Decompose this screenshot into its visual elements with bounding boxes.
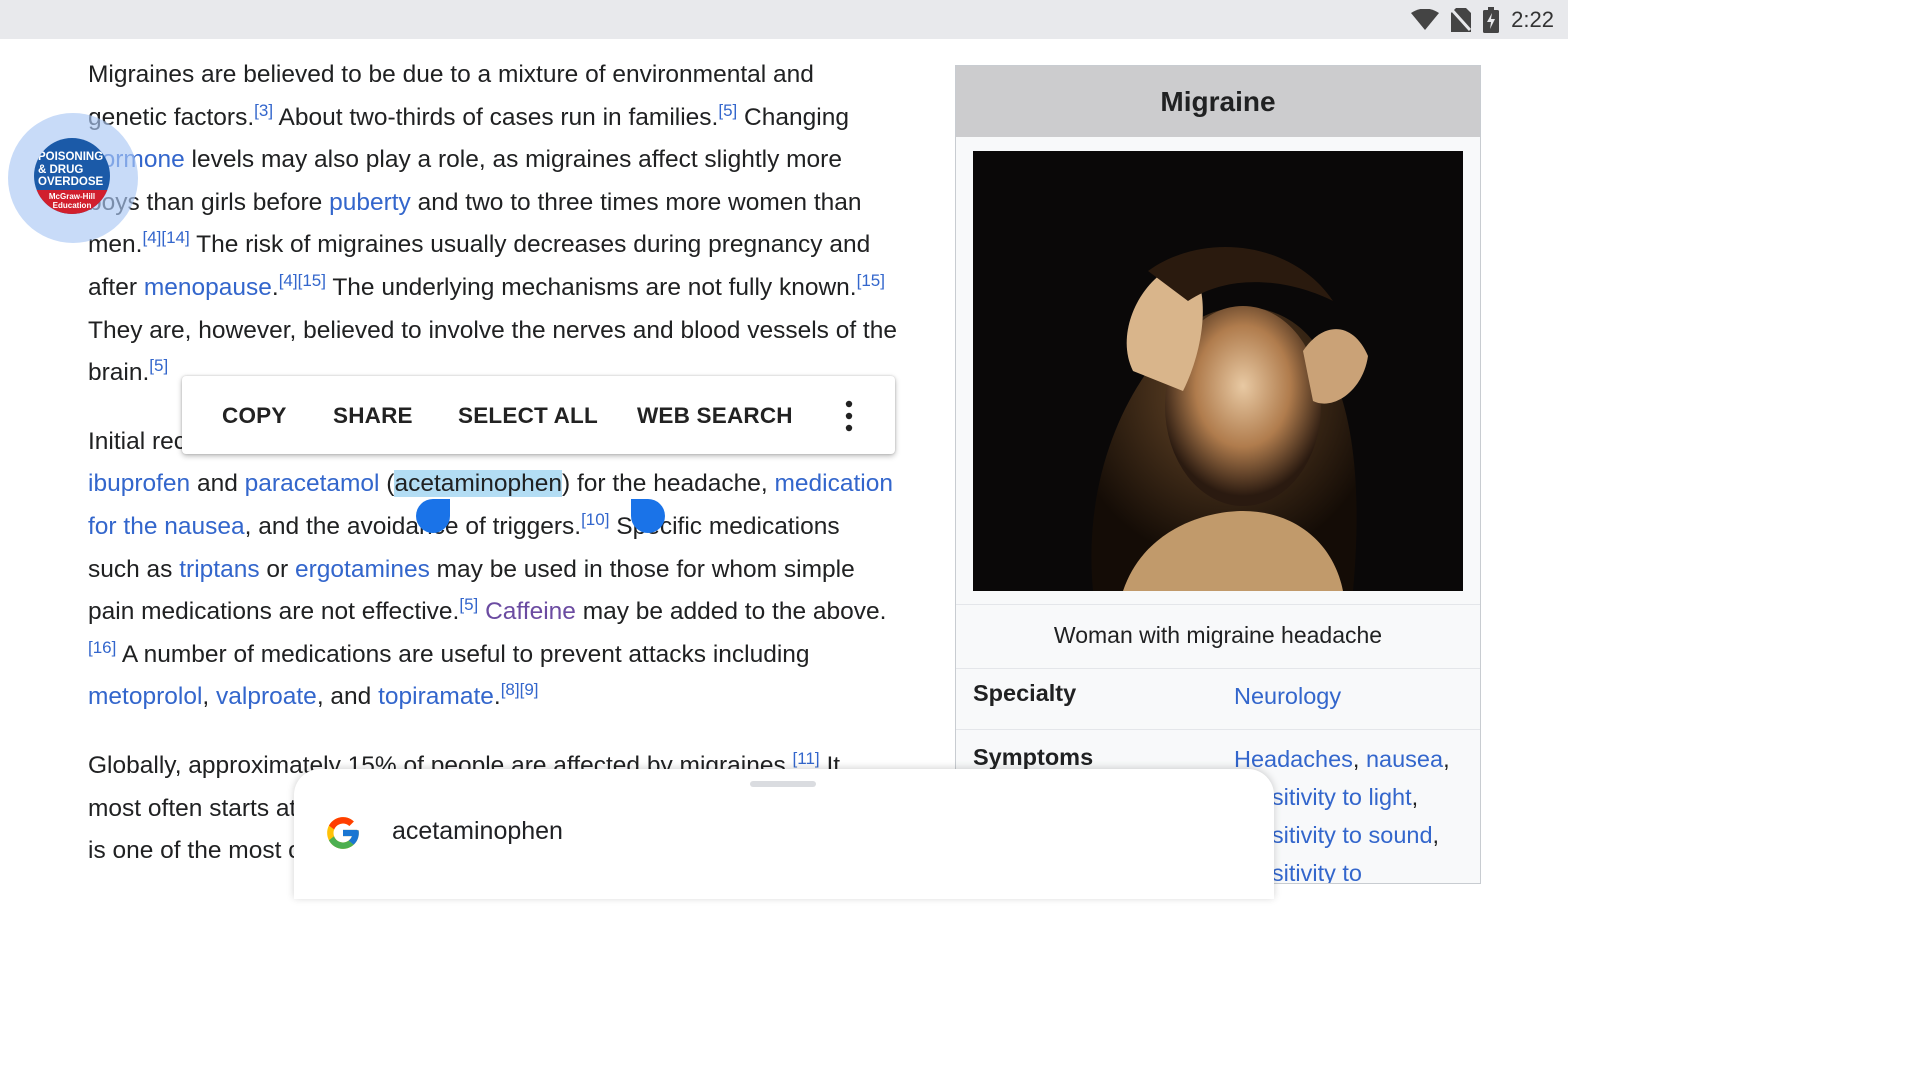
search-query-text[interactable]: acetaminophen — [392, 817, 563, 846]
article-paragraph: Migraines are believed to be due to a mi… — [88, 54, 898, 395]
article-link[interactable]: ibuprofen — [88, 470, 190, 497]
text-run: . — [493, 683, 501, 711]
text-run: , and — [316, 683, 379, 711]
more-options-icon[interactable] — [837, 399, 861, 433]
citation-ref[interactable]: [10] — [581, 510, 609, 529]
article-link[interactable]: Caffeine — [485, 598, 576, 625]
copy-button[interactable]: COPY — [222, 376, 287, 454]
bubble-logo-text: POISONING & DRUG OVERDOSE — [38, 151, 104, 188]
battery-charging-icon — [1483, 7, 1500, 33]
article-link[interactable]: metoprolol — [88, 683, 202, 710]
citation-ref[interactable]: [8][9] — [501, 680, 539, 699]
selection-start-handle[interactable] — [416, 499, 450, 533]
text-run: Changing — [737, 103, 849, 131]
search-suggestion-sheet[interactable]: acetaminophen — [294, 769, 1274, 899]
text-run: ) for the headache, — [562, 470, 775, 498]
text-run: , and the avoidance of triggers. — [244, 512, 582, 540]
article-link[interactable]: ergotamines — [295, 556, 430, 583]
text-run: About two-thirds of cases run in familie… — [273, 103, 719, 131]
text-run: . — [271, 273, 279, 301]
select-all-button[interactable]: SELECT ALL — [458, 376, 598, 454]
text-run: or — [259, 555, 295, 583]
status-time: 2:22 — [1511, 7, 1554, 32]
infobox-divider — [956, 729, 1480, 730]
infobox-title: Migraine — [956, 66, 1480, 137]
text-run: ( — [379, 470, 395, 498]
status-bar: 2:22 — [0, 0, 1568, 39]
web-search-button[interactable]: WEB SEARCH — [637, 376, 793, 454]
article-link[interactable]: paracetamol — [245, 470, 380, 497]
text-selection-toolbar: COPY SHARE SELECT ALL WEB SEARCH — [182, 376, 895, 454]
wifi-icon — [1411, 9, 1440, 30]
citation-ref[interactable]: [4][15] — [279, 271, 326, 290]
share-button[interactable]: SHARE — [333, 376, 413, 454]
citation-ref[interactable]: [5] — [718, 101, 737, 120]
status-icons: 2:22 — [1411, 6, 1554, 34]
google-g-icon — [327, 817, 359, 849]
infobox-label-specialty: Specialty — [973, 680, 1077, 706]
citation-ref[interactable]: [15] — [857, 271, 885, 290]
infobox-caption: Woman with migraine headache — [956, 604, 1480, 669]
selection-end-handle[interactable] — [631, 499, 665, 533]
article-link[interactable]: valproate — [216, 683, 317, 710]
infobox: Migraine Woman with migraine headache Sp… — [955, 65, 1481, 884]
text-run: The underlying mechanisms are not fully … — [325, 273, 857, 301]
text-run: and — [190, 470, 245, 498]
infobox-image[interactable] — [973, 151, 1463, 591]
citation-ref[interactable]: [3] — [254, 101, 273, 120]
no-sim-icon — [1451, 8, 1472, 32]
article-link[interactable]: topiramate — [378, 683, 494, 710]
infobox-value-specialty[interactable]: Neurology — [1234, 677, 1341, 715]
text-run: A number of medications are useful to pr… — [116, 640, 810, 668]
text-run: may be added to the above. — [575, 598, 887, 626]
citation-ref[interactable]: [5] — [459, 595, 478, 614]
sheet-drag-handle[interactable] — [750, 781, 816, 787]
bubble-publisher: McGraw-Hill Education — [48, 192, 96, 210]
text-run: , — [202, 683, 217, 711]
citation-ref[interactable]: [5] — [149, 356, 168, 375]
article-paragraph: Initial recommended management is with s… — [88, 421, 898, 719]
article-link[interactable]: menopause — [144, 274, 272, 301]
citation-ref[interactable]: [4][14] — [142, 228, 189, 247]
article-link[interactable]: puberty — [329, 189, 411, 216]
selected-text[interactable]: acetaminophen — [394, 470, 563, 498]
citation-ref[interactable]: [16] — [88, 638, 116, 657]
article-link[interactable]: triptans — [179, 556, 259, 583]
floating-app-bubble[interactable]: POISONING & DRUG OVERDOSE McGraw-Hill Educa… — [34, 138, 110, 214]
citation-ref[interactable]: [11] — [793, 749, 820, 768]
infobox-label-symptoms: Symptoms — [973, 744, 1094, 770]
